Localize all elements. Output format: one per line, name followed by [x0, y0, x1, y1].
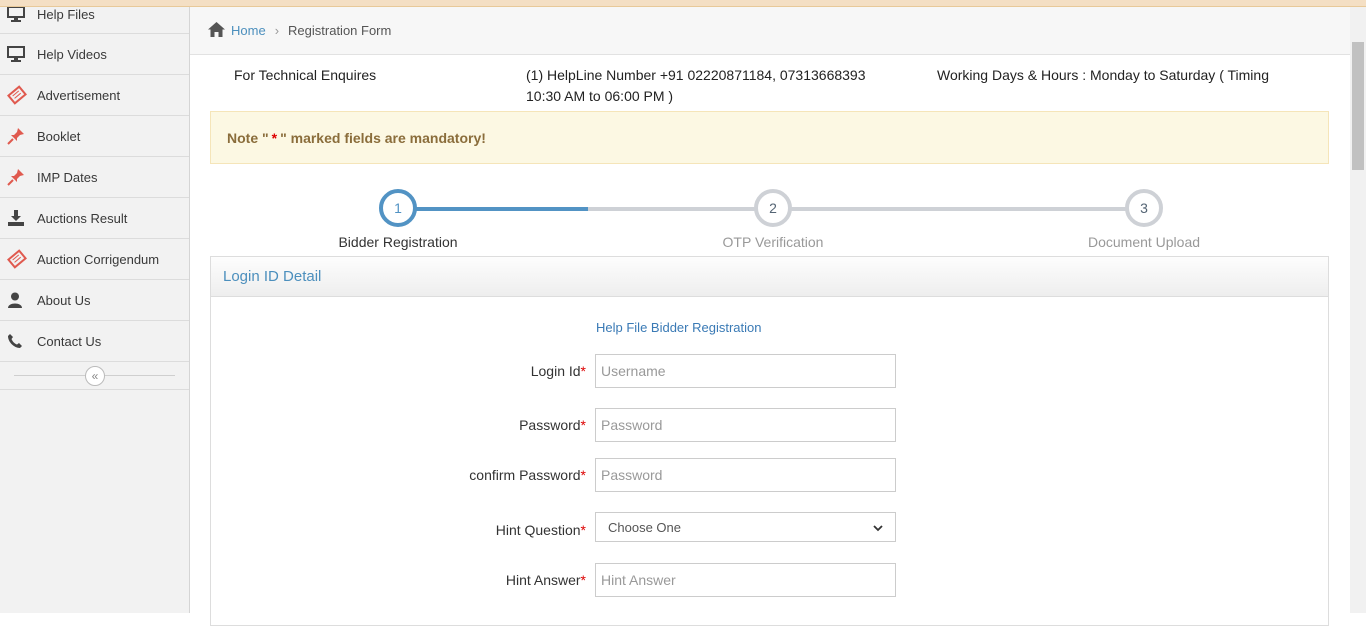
browser-top-strip — [0, 0, 1366, 7]
note-suffix: " marked fields are mandatory! — [280, 129, 486, 146]
download-icon — [7, 210, 37, 226]
confirm-password-input[interactable] — [595, 458, 896, 492]
monitor-icon — [7, 46, 37, 62]
pin-icon — [7, 127, 37, 145]
note-star: * — [271, 129, 278, 146]
main-content: Home › Registration Form For Technical E… — [190, 7, 1350, 626]
panel-title: Login ID Detail — [211, 257, 1328, 297]
step-1-label: Bidder Registration — [338, 234, 458, 250]
note-prefix: Note " — [227, 129, 269, 146]
sidebar-item-booklet[interactable]: Booklet — [0, 116, 189, 157]
hint-question-row: Hint Question* Choose One — [211, 512, 1330, 546]
sidebar-item-auctions-result[interactable]: Auctions Result — [0, 198, 189, 239]
password-label: Password* — [519, 417, 586, 433]
hint-answer-row: Hint Answer* — [211, 563, 1330, 597]
sidebar-collapse-row: « — [0, 362, 189, 390]
sidebar-item-label: Help Videos — [37, 46, 107, 62]
sidebar-item-contact-us[interactable]: Contact Us — [0, 321, 189, 362]
technical-enquiries-label: For Technical Enquires — [234, 67, 377, 83]
sidebar-item-help-files[interactable]: Help Files — [0, 7, 189, 34]
password-input[interactable] — [595, 408, 896, 442]
phone-icon — [7, 333, 37, 349]
pin-icon — [7, 168, 37, 186]
step-1-circle: 1 — [379, 189, 417, 227]
breadcrumb-current: Registration Form — [288, 23, 392, 38]
login-id-label: Login Id* — [530, 363, 586, 379]
wizard-stepper: 1 2 3 Bidder Registration OTP Verificati… — [210, 185, 1329, 255]
chevron-down-icon — [873, 520, 883, 535]
double-chevron-left-icon: « — [91, 369, 99, 383]
step-3-label: Document Upload — [1087, 234, 1201, 250]
helpline-number: (1) HelpLine Number +91 02220871184, 073… — [526, 67, 866, 104]
sidebar-item-label: Help Files — [37, 7, 95, 22]
sidebar-item-label: Auction Corrigendum — [37, 251, 160, 267]
login-id-row: Login Id* — [211, 354, 1330, 388]
sidebar-item-advertisement[interactable]: Advertisement — [0, 75, 189, 116]
scrollbar-thumb[interactable] — [1352, 42, 1364, 170]
confirm-password-row: confirm Password* — [211, 458, 1330, 492]
user-icon — [7, 292, 37, 308]
working-hours: Working Days & Hours : Monday to Saturda… — [937, 67, 1269, 83]
step-2-circle: 2 — [754, 189, 792, 227]
sidebar-item-label: IMP Dates — [37, 169, 98, 185]
sidebar: Help Files Help Videos Advertisement Boo… — [0, 7, 190, 613]
monitor-icon — [7, 7, 37, 23]
breadcrumb-separator: › — [274, 23, 280, 38]
home-icon — [208, 21, 225, 40]
step-line-done — [398, 207, 588, 211]
login-id-panel: Login ID Detail Help File Bidder Registr… — [210, 256, 1329, 626]
login-id-input[interactable] — [595, 354, 896, 388]
step-1-number: 1 — [394, 200, 402, 216]
step-line-pending — [588, 207, 1144, 211]
page-scrollbar[interactable] — [1350, 7, 1366, 613]
step-3-circle: 3 — [1125, 189, 1163, 227]
mandatory-note: Note " * " marked fields are mandatory! — [210, 111, 1329, 164]
hint-question-select[interactable]: Choose One — [595, 512, 896, 542]
sidebar-item-about-us[interactable]: About Us — [0, 280, 189, 321]
sidebar-item-imp-dates[interactable]: IMP Dates — [0, 157, 189, 198]
step-2-label: OTP Verification — [722, 234, 824, 250]
sidebar-item-label: About Us — [37, 292, 91, 308]
ticket-icon — [7, 249, 37, 269]
sidebar-item-label: Booklet — [37, 128, 81, 144]
sidebar-item-label: Advertisement — [37, 87, 121, 103]
breadcrumb: Home › Registration Form — [190, 7, 1350, 55]
sidebar-item-auction-corrigendum[interactable]: Auction Corrigendum — [0, 239, 189, 280]
step-3-number: 3 — [1140, 200, 1148, 216]
hint-answer-label: Hint Answer* — [505, 572, 586, 588]
hint-question-label: Hint Question* — [495, 522, 586, 538]
sidebar-item-help-videos[interactable]: Help Videos — [0, 34, 189, 75]
step-2-number: 2 — [769, 200, 777, 216]
ticket-icon — [7, 85, 37, 105]
sidebar-collapse-button[interactable]: « — [85, 366, 105, 386]
confirm-password-label: confirm Password* — [469, 467, 586, 483]
hint-answer-input[interactable] — [595, 563, 896, 597]
breadcrumb-home-link[interactable]: Home — [231, 23, 266, 38]
sidebar-item-label: Contact Us — [37, 333, 102, 349]
help-file-link[interactable]: Help File Bidder Registration — [596, 320, 761, 335]
password-row: Password* — [211, 408, 1330, 442]
sidebar-item-label: Auctions Result — [37, 210, 128, 226]
hint-question-selected: Choose One — [608, 519, 681, 535]
